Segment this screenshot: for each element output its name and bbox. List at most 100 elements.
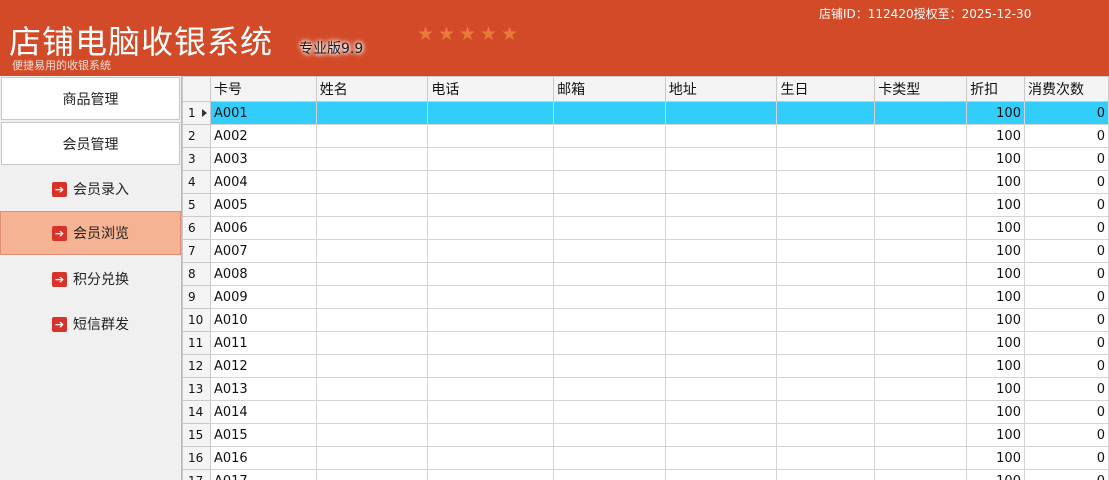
table-cell[interactable]	[553, 469, 666, 480]
table-cell[interactable]	[664, 285, 778, 309]
table-cell[interactable]	[553, 101, 666, 125]
table-cell[interactable]	[874, 331, 968, 355]
table-cell[interactable]	[664, 216, 778, 240]
table-cell[interactable]	[776, 170, 876, 194]
table-cell[interactable]: 0	[1023, 262, 1109, 286]
table-cell[interactable]	[664, 377, 778, 401]
table-cell[interactable]	[664, 400, 778, 424]
table-cell[interactable]	[427, 285, 555, 309]
table-cell[interactable]	[315, 262, 429, 286]
table-cell[interactable]	[776, 285, 876, 309]
table-cell[interactable]	[315, 354, 429, 378]
table-cell[interactable]	[315, 101, 429, 125]
table-cell[interactable]	[776, 147, 876, 171]
table-cell[interactable]: 100	[966, 239, 1025, 263]
table-cell[interactable]	[553, 308, 666, 332]
table-row[interactable]: 7 A007 100 0	[182, 239, 1109, 263]
table-cell[interactable]	[776, 377, 876, 401]
column-header[interactable]: 地址	[664, 76, 778, 102]
table-cell[interactable]	[427, 354, 555, 378]
table-cell[interactable]	[427, 170, 555, 194]
table-cell[interactable]	[427, 124, 555, 148]
table-row[interactable]: 3 A003 100 0	[182, 147, 1109, 171]
table-cell[interactable]	[874, 285, 968, 309]
table-cell[interactable]	[315, 124, 429, 148]
table-cell[interactable]: A006	[209, 216, 317, 240]
table-cell[interactable]	[315, 239, 429, 263]
table-cell[interactable]	[874, 193, 968, 217]
table-cell[interactable]: 100	[966, 147, 1025, 171]
table-cell[interactable]: 0	[1023, 446, 1109, 470]
table-row[interactable]: 6 A006 100 0	[182, 216, 1109, 240]
table-cell[interactable]	[776, 124, 876, 148]
table-row[interactable]: 8 A008 100 0	[182, 262, 1109, 286]
table-cell[interactable]: A012	[209, 354, 317, 378]
table-cell[interactable]: 0	[1023, 216, 1109, 240]
nav-section-members[interactable]: 会员管理	[1, 122, 180, 165]
table-cell[interactable]: 0	[1023, 170, 1109, 194]
column-header[interactable]: 生日	[776, 76, 876, 102]
column-header[interactable]: 电话	[427, 76, 555, 102]
table-cell[interactable]	[553, 446, 666, 470]
table-cell[interactable]: A004	[209, 170, 317, 194]
table-cell[interactable]	[776, 469, 876, 480]
table-cell[interactable]: A002	[209, 124, 317, 148]
table-cell[interactable]: A008	[209, 262, 317, 286]
table-cell[interactable]: A016	[209, 446, 317, 470]
table-cell[interactable]	[664, 308, 778, 332]
table-cell[interactable]	[553, 331, 666, 355]
table-cell[interactable]	[427, 193, 555, 217]
sidebar-item-sms-broadcast[interactable]: ➔ 短信群发	[0, 302, 181, 346]
table-cell[interactable]: 100	[966, 124, 1025, 148]
table-cell[interactable]: 0	[1023, 423, 1109, 447]
column-header[interactable]: 姓名	[315, 76, 429, 102]
table-cell[interactable]: 0	[1023, 193, 1109, 217]
table-cell[interactable]: 0	[1023, 147, 1109, 171]
table-cell[interactable]	[315, 308, 429, 332]
table-cell[interactable]	[874, 262, 968, 286]
table-cell[interactable]	[776, 101, 876, 125]
table-cell[interactable]: A001	[209, 101, 317, 125]
table-cell[interactable]: A013	[209, 377, 317, 401]
table-cell[interactable]: A015	[209, 423, 317, 447]
table-cell[interactable]	[427, 469, 555, 480]
table-cell[interactable]	[315, 331, 429, 355]
table-cell[interactable]	[874, 239, 968, 263]
table-row[interactable]: 4 A004 100 0	[182, 170, 1109, 194]
table-cell[interactable]	[664, 193, 778, 217]
table-cell[interactable]	[776, 354, 876, 378]
table-cell[interactable]: A014	[209, 400, 317, 424]
nav-section-products[interactable]: 商品管理	[1, 77, 180, 120]
table-cell[interactable]	[874, 101, 968, 125]
table-cell[interactable]	[315, 170, 429, 194]
table-cell[interactable]	[776, 423, 876, 447]
table-cell[interactable]	[315, 377, 429, 401]
table-cell[interactable]: 0	[1023, 469, 1109, 480]
table-row[interactable]: 14 A014 100 0	[182, 400, 1109, 424]
table-cell[interactable]: A010	[209, 308, 317, 332]
table-cell[interactable]: 0	[1023, 354, 1109, 378]
table-cell[interactable]: 100	[966, 308, 1025, 332]
table-cell[interactable]	[776, 308, 876, 332]
table-cell[interactable]: 0	[1023, 377, 1109, 401]
table-cell[interactable]	[315, 423, 429, 447]
table-cell[interactable]	[664, 354, 778, 378]
table-cell[interactable]	[874, 423, 968, 447]
table-cell[interactable]	[553, 423, 666, 447]
sidebar-item-points-redeem[interactable]: ➔ 积分兑换	[0, 257, 181, 301]
table-cell[interactable]	[553, 262, 666, 286]
table-cell[interactable]: 100	[966, 216, 1025, 240]
table-cell[interactable]	[427, 331, 555, 355]
table-cell[interactable]	[874, 469, 968, 480]
table-cell[interactable]	[315, 193, 429, 217]
table-cell[interactable]: A011	[209, 331, 317, 355]
table-cell[interactable]	[427, 101, 555, 125]
table-row[interactable]: 16 A016 100 0	[182, 446, 1109, 470]
table-cell[interactable]	[427, 216, 555, 240]
table-cell[interactable]	[664, 262, 778, 286]
table-cell[interactable]: 0	[1023, 400, 1109, 424]
table-cell[interactable]	[553, 400, 666, 424]
column-header[interactable]: 邮箱	[553, 76, 666, 102]
table-row[interactable]: 15 A015 100 0	[182, 423, 1109, 447]
table-cell[interactable]: 100	[966, 193, 1025, 217]
